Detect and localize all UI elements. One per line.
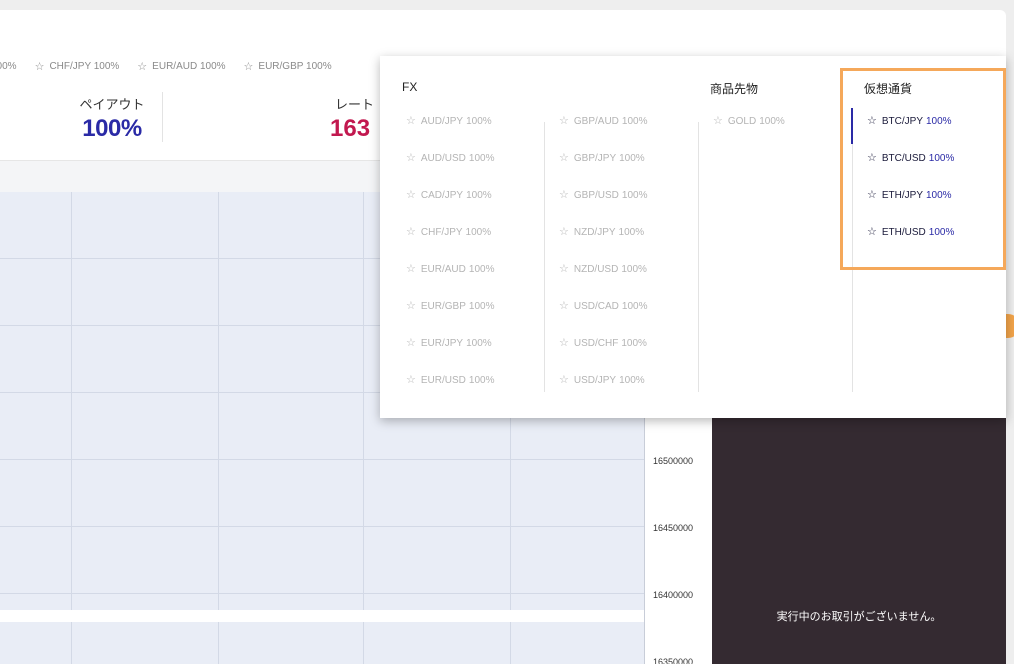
star-outline-icon[interactable]: ☆ bbox=[406, 301, 416, 312]
star-outline-icon[interactable]: ☆ bbox=[559, 153, 569, 164]
asset-item[interactable]: ☆ GBP/JPY 100% bbox=[559, 153, 647, 190]
asset-item[interactable]: ☆ EUR/USD 100% bbox=[406, 375, 494, 412]
star-outline-icon[interactable]: ☆ bbox=[559, 338, 569, 349]
divider bbox=[162, 92, 163, 142]
empty-trades-message: 実行中のお取引がございません。 bbox=[776, 611, 942, 623]
asset-item[interactable]: ☆ GOLD 100% bbox=[713, 116, 785, 153]
y-tick-label: 16500000 bbox=[653, 456, 694, 466]
panel-toggle-handle[interactable] bbox=[1006, 314, 1014, 338]
star-outline-icon[interactable]: ☆ bbox=[406, 227, 416, 238]
asset-item[interactable]: ☆ NZD/USD 100% bbox=[559, 264, 647, 301]
star-outline-icon: ☆ bbox=[137, 60, 148, 73]
payout-label: ペイアウト bbox=[79, 97, 145, 112]
star-outline-icon[interactable]: ☆ bbox=[559, 227, 569, 238]
payout-value: 100% bbox=[82, 115, 142, 142]
star-outline-icon[interactable]: ☆ bbox=[406, 375, 416, 386]
fx-column-2: ☆ GBP/AUD 100% ☆ GBP/JPY 100% ☆ GBP/USD 100% ☆… bbox=[559, 116, 647, 412]
column-divider bbox=[544, 122, 545, 392]
star-outline-icon[interactable]: ☆ bbox=[406, 338, 416, 349]
star-outline-icon: ☆ bbox=[243, 60, 254, 73]
y-tick-label: 16350000 bbox=[653, 657, 694, 664]
asset-item[interactable]: ☆ USD/JPY 100% bbox=[559, 375, 647, 412]
y-tick-label: 16400000 bbox=[653, 590, 694, 600]
open-trades-panel: 実行中のお取引がございません。 bbox=[712, 410, 1006, 664]
column-divider bbox=[698, 122, 699, 392]
ticker-item[interactable]: ☆ EUR/AUD 100% bbox=[137, 59, 225, 73]
star-outline-icon[interactable]: ☆ bbox=[559, 301, 569, 312]
asset-item[interactable]: ☆ EUR/JPY 100% bbox=[406, 338, 494, 375]
category-title-fx: FX bbox=[402, 80, 418, 94]
y-tick-label: 16450000 bbox=[653, 523, 694, 533]
asset-item[interactable]: ☆ GBP/USD 100% bbox=[559, 190, 647, 227]
grid-line bbox=[0, 593, 644, 594]
asset-item[interactable]: ☆ CHF/JPY 100% bbox=[406, 227, 494, 264]
star-outline-icon[interactable]: ☆ bbox=[713, 116, 723, 127]
grid-line bbox=[0, 526, 644, 527]
star-outline-icon[interactable]: ☆ bbox=[406, 264, 416, 275]
category-title-commodities: 商品先物 bbox=[710, 82, 759, 96]
payout-summary: ペイアウト 100% bbox=[70, 94, 154, 143]
star-outline-icon[interactable]: ☆ bbox=[406, 116, 416, 127]
commodities-column: ☆ GOLD 100% bbox=[713, 116, 785, 153]
ticker-item[interactable]: 100% bbox=[0, 59, 17, 73]
star-outline-icon: ☆ bbox=[34, 60, 45, 73]
star-outline-icon[interactable]: ☆ bbox=[559, 116, 569, 127]
star-outline-icon[interactable]: ☆ bbox=[559, 375, 569, 386]
asset-item[interactable]: ☆ EUR/GBP 100% bbox=[406, 301, 494, 338]
asset-selector-dropdown: FX 商品先物 仮想通貨 ☆ AUD/JPY 100% ☆ AUD/USD 100% ☆… bbox=[380, 56, 1006, 418]
star-outline-icon[interactable]: ☆ bbox=[406, 153, 416, 164]
crypto-highlight-box bbox=[840, 68, 1006, 270]
asset-item[interactable]: ☆ USD/CHF 100% bbox=[559, 338, 647, 375]
ticker-item[interactable]: ☆ CHF/JPY 100% bbox=[35, 59, 120, 73]
asset-item[interactable]: ☆ AUD/JPY 100% bbox=[406, 116, 494, 153]
asset-item[interactable]: ☆ USD/CAD 100% bbox=[559, 301, 647, 338]
star-outline-icon[interactable]: ☆ bbox=[559, 264, 569, 275]
favorites-ticker: 100% ☆CHF/JPY 100% ☆EUR/AUD 100% ☆EUR/GB… bbox=[0, 59, 350, 73]
asset-item[interactable]: ☆ GBP/AUD 100% bbox=[559, 116, 647, 153]
star-outline-icon[interactable]: ☆ bbox=[406, 190, 416, 201]
asset-item[interactable]: ☆ NZD/JPY 100% bbox=[559, 227, 647, 264]
star-outline-icon[interactable]: ☆ bbox=[559, 190, 569, 201]
asset-item[interactable]: ☆ EUR/AUD 100% bbox=[406, 264, 494, 301]
fx-column-1: ☆ AUD/JPY 100% ☆ AUD/USD 100% ☆ CAD/JPY 100% ☆… bbox=[406, 116, 494, 412]
ticker-item[interactable]: ☆ EUR/GBP 100% bbox=[244, 59, 332, 73]
asset-item[interactable]: ☆ AUD/USD 100% bbox=[406, 153, 494, 190]
price-band bbox=[0, 610, 644, 622]
grid-line bbox=[0, 459, 644, 460]
asset-item[interactable]: ☆ CAD/JPY 100% bbox=[406, 190, 494, 227]
